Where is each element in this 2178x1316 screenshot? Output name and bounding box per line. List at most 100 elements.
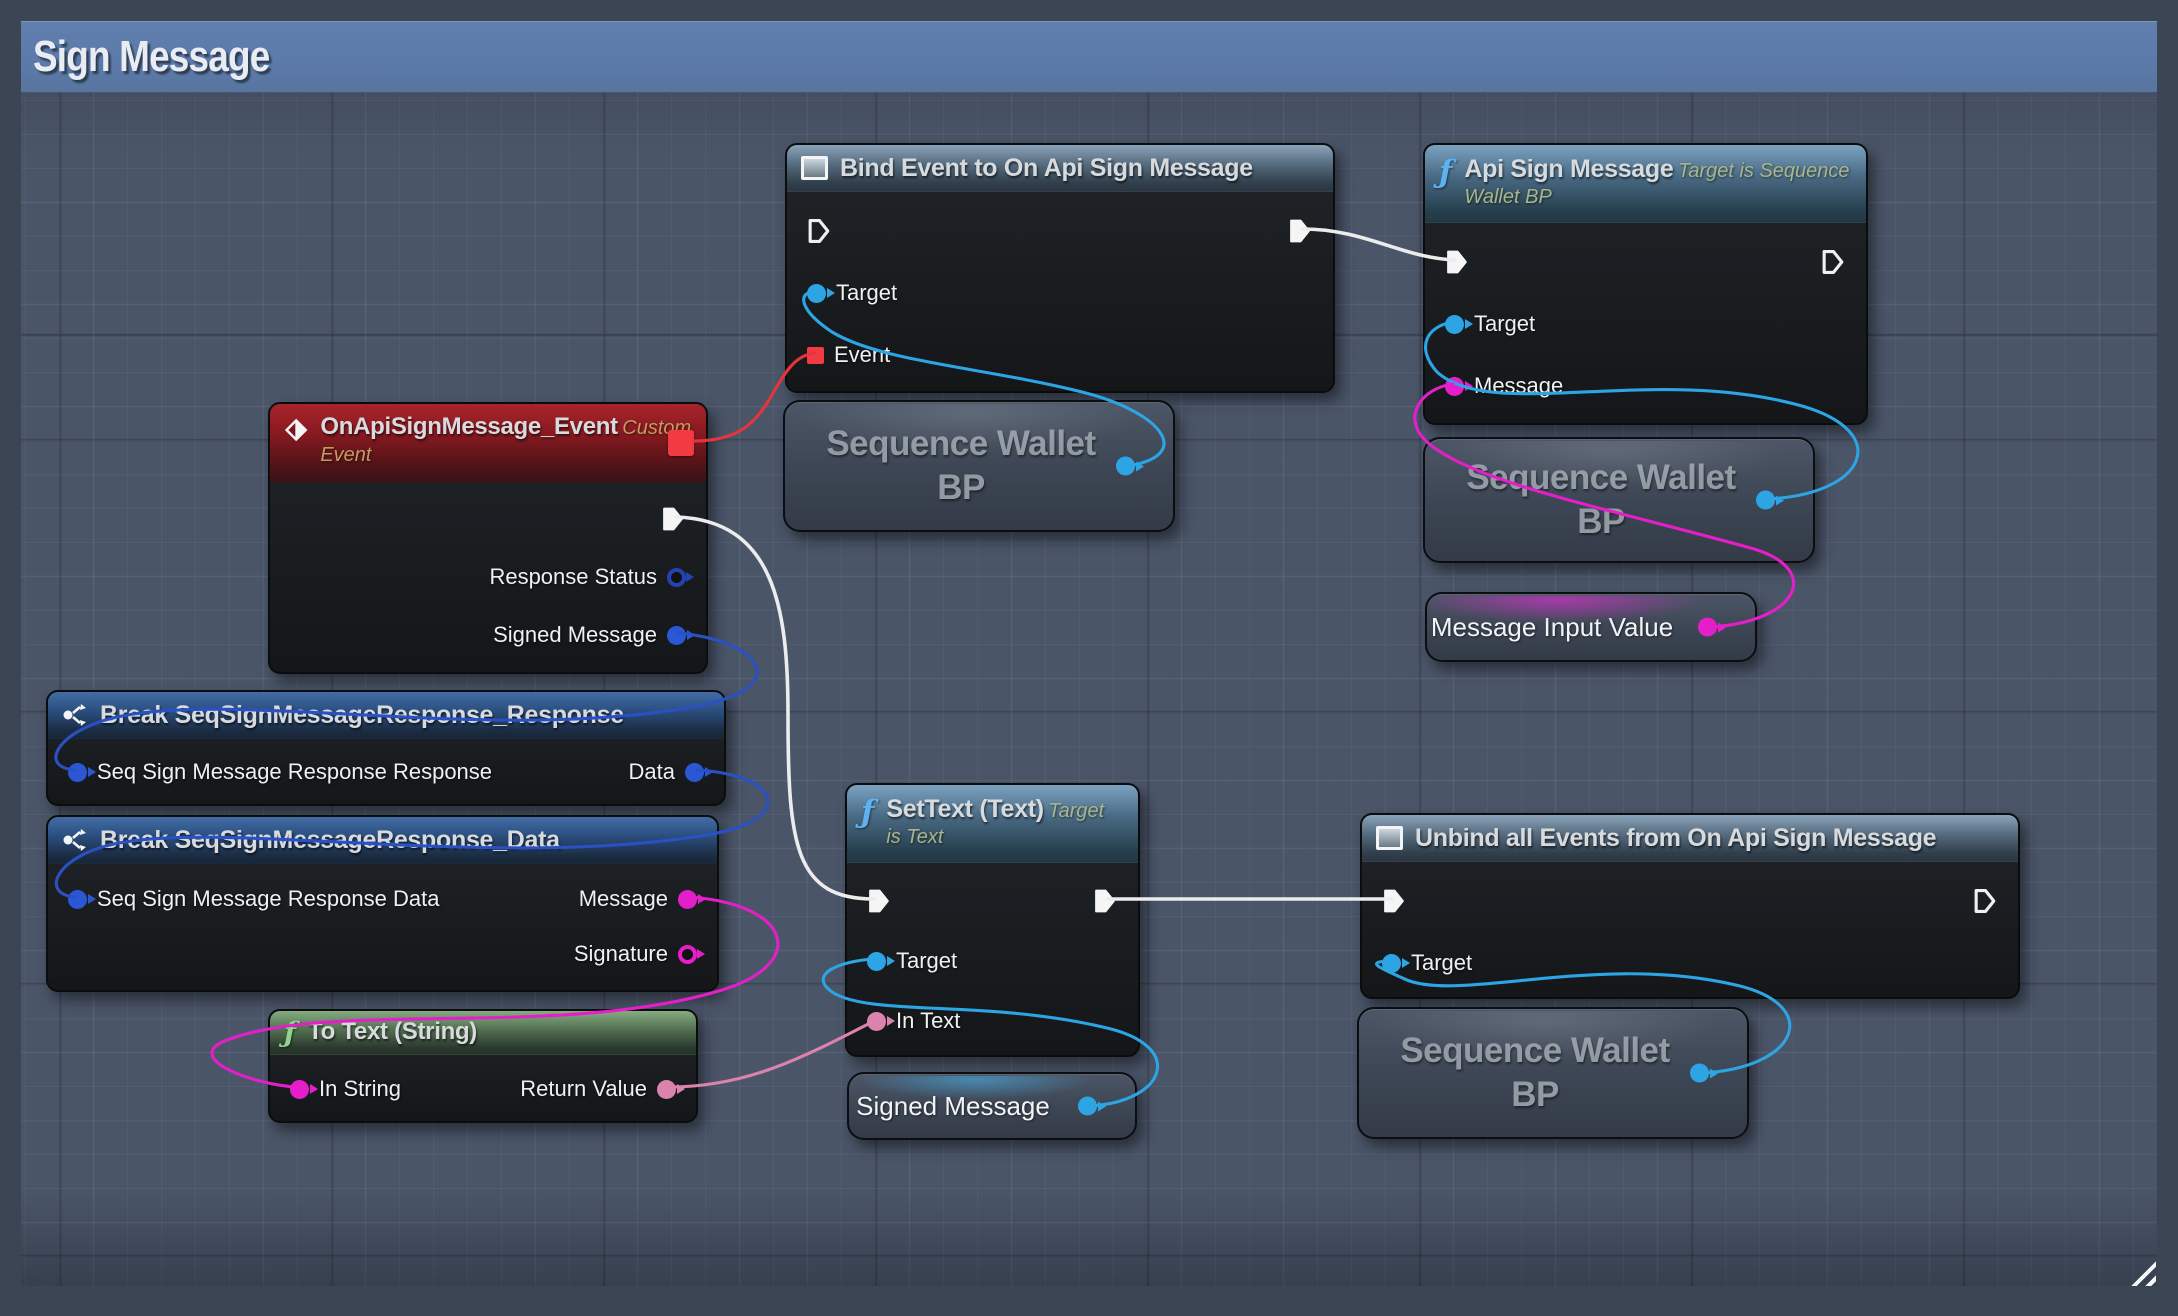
pin-return-value[interactable]: Return Value bbox=[520, 1076, 676, 1102]
node-header[interactable]: ƒ Api Sign Message Target is Sequence Wa… bbox=[1425, 145, 1866, 223]
page-title: Sign Message bbox=[33, 32, 269, 82]
object-pin-icon[interactable] bbox=[1690, 1064, 1709, 1083]
object-pin-icon bbox=[807, 284, 826, 303]
pin-response-status[interactable]: Response Status bbox=[489, 564, 686, 590]
object-pin-icon bbox=[867, 952, 886, 971]
node-bind-event[interactable]: Bind Event to On Api Sign Message Target… bbox=[785, 143, 1335, 393]
var-node-signed-message[interactable]: Signed Message bbox=[847, 1072, 1137, 1140]
var-node-message-input-value[interactable]: Message Input Value bbox=[1425, 592, 1757, 662]
pin-struct-input[interactable]: Seq Sign Message Response Data bbox=[68, 886, 439, 912]
object-pin-icon bbox=[1445, 315, 1464, 334]
node-to-text[interactable]: ƒ To Text (String) In String Return Valu… bbox=[268, 1009, 698, 1123]
pin-label: Target bbox=[1474, 311, 1535, 337]
delegate-pin-icon bbox=[807, 347, 824, 364]
break-struct-icon bbox=[62, 827, 88, 853]
node-set-text[interactable]: ƒ SetText (Text) Target is Text Target I… bbox=[845, 783, 1140, 1057]
pin-label: Signed Message bbox=[493, 622, 657, 648]
node-title: Bind Event to On Api Sign Message bbox=[840, 153, 1253, 183]
node-title: To Text (String) bbox=[308, 1018, 477, 1047]
blueprint-editor-window: Sign Message Bind Event to On Api Sign M… bbox=[0, 0, 2178, 1316]
exec-pin-icon bbox=[661, 506, 686, 533]
pin-label: Data bbox=[629, 759, 675, 785]
object-pin-icon[interactable] bbox=[1756, 491, 1775, 510]
exec-out-pin[interactable] bbox=[1093, 888, 1118, 915]
exec-out-pin[interactable] bbox=[1821, 249, 1846, 276]
exec-out-pin[interactable] bbox=[661, 506, 686, 533]
pin-label: In Text bbox=[896, 1008, 960, 1034]
break-struct-icon bbox=[62, 702, 88, 728]
node-header[interactable]: ƒ SetText (Text) Target is Text bbox=[847, 785, 1138, 863]
var-node-sequence-wallet-bp[interactable]: Sequence Wallet BP bbox=[1423, 437, 1815, 563]
pin-event[interactable]: Event bbox=[807, 342, 890, 368]
delegate-unbind-icon bbox=[1376, 826, 1403, 850]
graph-title-bar: Sign Message bbox=[21, 21, 2157, 93]
node-header[interactable]: Bind Event to On Api Sign Message bbox=[787, 145, 1333, 192]
object-pin-icon bbox=[1382, 954, 1401, 973]
struct-pin-icon bbox=[667, 568, 686, 587]
node-break-data[interactable]: Break SeqSignMessageResponse_Data Seq Si… bbox=[46, 815, 719, 992]
node-header[interactable]: Unbind all Events from On Api Sign Messa… bbox=[1362, 815, 2018, 862]
variable-label: Sequence Wallet BP bbox=[1359, 1029, 1747, 1117]
object-pin-icon[interactable] bbox=[1116, 457, 1135, 476]
exec-out-pin[interactable] bbox=[1973, 888, 1998, 915]
pin-label: Message bbox=[1474, 373, 1563, 399]
function-icon: ƒ bbox=[284, 1019, 296, 1047]
struct-pin-icon bbox=[685, 763, 704, 782]
node-title: Break SeqSignMessageResponse_Data bbox=[100, 825, 560, 855]
var-node-sequence-wallet-bp[interactable]: Sequence Wallet BP bbox=[783, 400, 1175, 532]
function-icon: ƒ bbox=[1439, 157, 1452, 188]
node-title: Api Sign Message bbox=[1464, 155, 1673, 183]
exec-in-pin[interactable] bbox=[1445, 249, 1470, 276]
pin-target[interactable]: Target bbox=[1445, 311, 1535, 337]
pin-data[interactable]: Data bbox=[629, 759, 704, 785]
pin-target[interactable]: Target bbox=[1382, 950, 1472, 976]
pin-label: Message bbox=[579, 886, 668, 912]
node-break-response[interactable]: Break SeqSignMessageResponse_Response Se… bbox=[46, 690, 726, 806]
delegate-output-pin[interactable] bbox=[668, 430, 694, 456]
pin-signature-out[interactable]: Signature bbox=[574, 941, 697, 967]
node-header[interactable]: Break SeqSignMessageResponse_Response bbox=[48, 692, 724, 739]
exec-pin-icon bbox=[1288, 218, 1313, 245]
pin-struct-input[interactable]: Seq Sign Message Response Response bbox=[68, 759, 492, 785]
pin-label: Target bbox=[896, 948, 957, 974]
node-title: Unbind all Events from On Api Sign Messa… bbox=[1415, 823, 1936, 853]
pin-label: Return Value bbox=[520, 1076, 647, 1102]
exec-in-pin[interactable] bbox=[807, 218, 832, 245]
exec-pin-icon bbox=[1821, 249, 1846, 276]
pin-label: Response Status bbox=[489, 564, 657, 590]
exec-pin-icon bbox=[807, 218, 832, 245]
string-pin-icon bbox=[678, 945, 697, 964]
node-api-sign-message[interactable]: ƒ Api Sign Message Target is Sequence Wa… bbox=[1423, 143, 1868, 425]
node-title: OnApiSignMessage_Event bbox=[320, 413, 617, 440]
node-header[interactable]: Break SeqSignMessageResponse_Data bbox=[48, 817, 717, 864]
exec-pin-icon bbox=[867, 888, 892, 915]
node-title: SetText (Text) bbox=[886, 795, 1043, 823]
pin-in-text[interactable]: In Text bbox=[867, 1008, 960, 1034]
custom-event-icon bbox=[284, 416, 308, 444]
pin-signed-message[interactable]: Signed Message bbox=[493, 622, 686, 648]
node-header[interactable]: ƒ To Text (String) bbox=[270, 1011, 696, 1055]
text-pin-icon bbox=[657, 1080, 676, 1099]
node-title: Break SeqSignMessageResponse_Response bbox=[100, 700, 624, 730]
node-header[interactable]: OnApiSignMessage_Event Custom Event bbox=[270, 404, 706, 482]
variable-label: Sequence Wallet BP bbox=[1425, 456, 1813, 544]
pin-message[interactable]: Message bbox=[1445, 373, 1563, 399]
node-custom-event[interactable]: OnApiSignMessage_Event Custom Event Resp… bbox=[268, 402, 708, 674]
string-pin-icon bbox=[678, 890, 697, 909]
struct-pin-icon bbox=[667, 626, 686, 645]
pin-message-out[interactable]: Message bbox=[579, 886, 697, 912]
var-node-sequence-wallet-bp[interactable]: Sequence Wallet BP bbox=[1357, 1007, 1749, 1139]
node-unbind-all[interactable]: Unbind all Events from On Api Sign Messa… bbox=[1360, 813, 2020, 999]
string-pin-icon[interactable] bbox=[1698, 618, 1717, 637]
exec-pin-icon bbox=[1093, 888, 1118, 915]
pin-target[interactable]: Target bbox=[867, 948, 957, 974]
object-pin-icon[interactable] bbox=[1078, 1097, 1097, 1116]
function-icon: ƒ bbox=[861, 797, 874, 828]
pin-label: In String bbox=[319, 1076, 401, 1102]
text-pin-icon bbox=[867, 1012, 886, 1031]
exec-in-pin[interactable] bbox=[1382, 888, 1407, 915]
exec-out-pin[interactable] bbox=[1288, 218, 1313, 245]
pin-in-string[interactable]: In String bbox=[290, 1076, 401, 1102]
pin-target[interactable]: Target bbox=[807, 280, 897, 306]
exec-in-pin[interactable] bbox=[867, 888, 892, 915]
